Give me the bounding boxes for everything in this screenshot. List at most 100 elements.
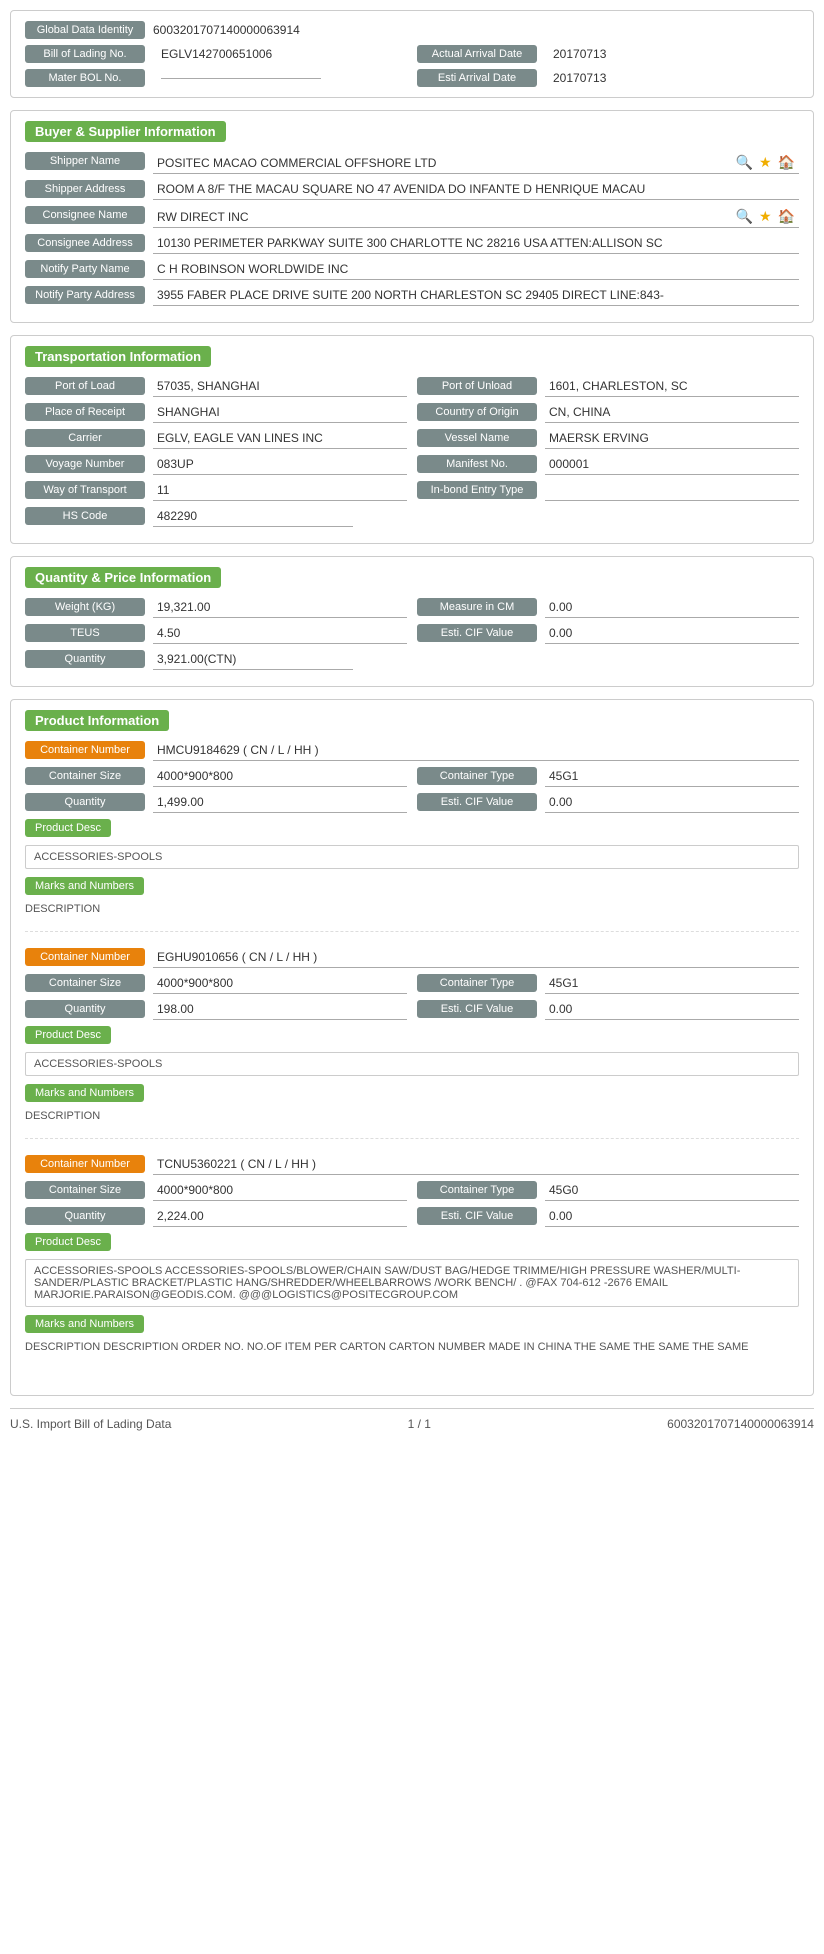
place-of-receipt-label: Place of Receipt [25, 403, 145, 421]
container-type-value-1: 45G1 [545, 974, 799, 994]
container-qty-cif-row-0: Quantity 1,499.00 Esti. CIF Value 0.00 [25, 793, 799, 819]
teus-value: 4.50 [153, 624, 407, 644]
transport-row-2: Place of Receipt SHANGHAI Country of Ori… [25, 403, 799, 429]
voyage-number-label: Voyage Number [25, 455, 145, 473]
esti-arrival-label: Esti Arrival Date [417, 69, 537, 87]
home-icon[interactable]: 🏠 [778, 154, 795, 171]
marks-value-0: DESCRIPTION [25, 899, 799, 923]
product-info-header: Product Information [25, 710, 169, 731]
manifest-no-value: 000001 [545, 455, 799, 475]
product-desc-label-0: Product Desc [25, 819, 111, 837]
notify-party-address-row: Notify Party Address 3955 FABER PLACE DR… [25, 286, 799, 306]
container-esti-cif-label-2: Esti. CIF Value [417, 1207, 537, 1225]
bill-row: Bill of Lading No. EGLV142700651006 Actu… [25, 45, 799, 63]
container-esti-cif-label-1: Esti. CIF Value [417, 1000, 537, 1018]
consignee-name-text: RW DIRECT INC [157, 210, 730, 224]
transportation-header: Transportation Information [25, 346, 211, 367]
bill-label: Bill of Lading No. [25, 45, 145, 63]
container-number-value-2: TCNU5360221 ( CN / L / HH ) [153, 1155, 799, 1175]
footer-right: 6003201707140000063914 [667, 1417, 814, 1431]
consignee-home-icon[interactable]: 🏠 [778, 208, 795, 225]
mater-row: Mater BOL No. Esti Arrival Date 20170713 [25, 69, 799, 87]
buyer-supplier-card: Buyer & Supplier Information Shipper Nam… [10, 110, 814, 323]
esti-arrival-right: Esti Arrival Date 20170713 [417, 69, 799, 87]
consignee-name-label: Consignee Name [25, 206, 145, 224]
mater-bol-label: Mater BOL No. [25, 69, 145, 87]
qp-row-2: TEUS 4.50 Esti. CIF Value 0.00 [25, 624, 799, 650]
footer-center: 1 / 1 [408, 1417, 431, 1431]
footer-left: U.S. Import Bill of Lading Data [10, 1417, 171, 1431]
marks-label-0: Marks and Numbers [25, 877, 144, 895]
global-identity-row: Global Data Identity 6003201707140000063… [25, 21, 799, 39]
port-load-col: Port of Load 57035, SHANGHAI [25, 377, 407, 403]
container-qty-cif-row-2: Quantity 2,224.00 Esti. CIF Value 0.00 [25, 1207, 799, 1233]
arrival-date-value: 20170713 [553, 47, 606, 61]
container-type-label-2: Container Type [417, 1181, 537, 1199]
container-esti-cif-value-2: 0.00 [545, 1207, 799, 1227]
transport-row-4: Voyage Number 083UP Manifest No. 000001 [25, 455, 799, 481]
shipper-address-label: Shipper Address [25, 180, 145, 198]
esti-arrival-value: 20170713 [553, 71, 606, 85]
container-size-type-row-2: Container Size 4000*900*800 Container Ty… [25, 1181, 799, 1207]
global-identity-label: Global Data Identity [25, 21, 145, 39]
container-number-value-1: EGHU9010656 ( CN / L / HH ) [153, 948, 799, 968]
product-info-card: Product Information Container Number HMC… [10, 699, 814, 1396]
vessel-name-value: MAERSK ERVING [545, 429, 799, 449]
in-bond-entry-label: In-bond Entry Type [417, 481, 537, 499]
marks-label-2: Marks and Numbers [25, 1315, 144, 1333]
container-size-value-0: 4000*900*800 [153, 767, 407, 787]
transportation-card: Transportation Information Port of Load … [10, 335, 814, 544]
search-icon[interactable]: 🔍 [736, 154, 753, 171]
container-number-label-0: Container Number [25, 741, 145, 759]
consignee-search-icon[interactable]: 🔍 [736, 208, 753, 225]
container-type-label-1: Container Type [417, 974, 537, 992]
notify-party-name-row: Notify Party Name C H ROBINSON WORLDWIDE… [25, 260, 799, 280]
port-of-unload-label: Port of Unload [417, 377, 537, 395]
qp-quantity-row: Quantity 3,921.00(CTN) [25, 650, 799, 670]
container-esti-cif-label-0: Esti. CIF Value [417, 793, 537, 811]
bill-value: EGLV142700651006 [161, 47, 272, 61]
carrier-label: Carrier [25, 429, 145, 447]
container-number-row-2: Container Number TCNU5360221 ( CN / L / … [25, 1155, 799, 1175]
way-of-transport-value: 11 [153, 481, 407, 501]
container-qty-value-1: 198.00 [153, 1000, 407, 1020]
container-number-value-0: HMCU9184629 ( CN / L / HH ) [153, 741, 799, 761]
port-unload-col: Port of Unload 1601, CHARLESTON, SC [417, 377, 799, 403]
container-esti-cif-value-0: 0.00 [545, 793, 799, 813]
esti-cif-label: Esti. CIF Value [417, 624, 537, 642]
container-type-value-0: 45G1 [545, 767, 799, 787]
notify-party-address-label: Notify Party Address [25, 286, 145, 304]
qp-quantity-label: Quantity [25, 650, 145, 668]
country-of-origin-value: CN, CHINA [545, 403, 799, 423]
product-desc-value-2: ACCESSORIES-SPOOLS ACCESSORIES-SPOOLS/BL… [25, 1259, 799, 1307]
port-of-load-label: Port of Load [25, 377, 145, 395]
marks-value-2: DESCRIPTION DESCRIPTION ORDER NO. NO.OF … [25, 1337, 799, 1361]
carrier-value: EGLV, EAGLE VAN LINES INC [153, 429, 407, 449]
in-bond-entry-value [545, 481, 799, 501]
transport-row-5: Way of Transport 11 In-bond Entry Type [25, 481, 799, 507]
shipper-address-value: ROOM A 8/F THE MACAU SQUARE NO 47 AVENID… [153, 180, 799, 200]
bill-left: Bill of Lading No. EGLV142700651006 [25, 45, 407, 63]
port-of-load-value: 57035, SHANGHAI [153, 377, 407, 397]
marks-value-1: DESCRIPTION [25, 1106, 799, 1130]
consignee-star-icon[interactable]: ★ [759, 208, 772, 225]
hs-code-row: HS Code 482290 [25, 507, 799, 527]
marks-label-1: Marks and Numbers [25, 1084, 144, 1102]
page: Global Data Identity 6003201707140000063… [0, 0, 824, 1954]
container-size-label-1: Container Size [25, 974, 145, 992]
voyage-number-value: 083UP [153, 455, 407, 475]
consignee-name-row: Consignee Name RW DIRECT INC 🔍 ★ 🏠 [25, 206, 799, 228]
star-icon[interactable]: ★ [759, 154, 772, 171]
notify-party-name-value: C H ROBINSON WORLDWIDE INC [153, 260, 799, 280]
product-desc-label-1: Product Desc [25, 1026, 111, 1044]
mater-left: Mater BOL No. [25, 69, 407, 87]
weight-label: Weight (KG) [25, 598, 145, 616]
consignee-name-value: RW DIRECT INC 🔍 ★ 🏠 [153, 206, 799, 228]
shipper-address-row: Shipper Address ROOM A 8/F THE MACAU SQU… [25, 180, 799, 200]
measure-cm-value: 0.00 [545, 598, 799, 618]
container-size-type-row-1: Container Size 4000*900*800 Container Ty… [25, 974, 799, 1000]
port-of-unload-value: 1601, CHARLESTON, SC [545, 377, 799, 397]
container-qty-label-0: Quantity [25, 793, 145, 811]
consignee-address-value: 10130 PERIMETER PARKWAY SUITE 300 CHARLO… [153, 234, 799, 254]
container-qty-value-0: 1,499.00 [153, 793, 407, 813]
